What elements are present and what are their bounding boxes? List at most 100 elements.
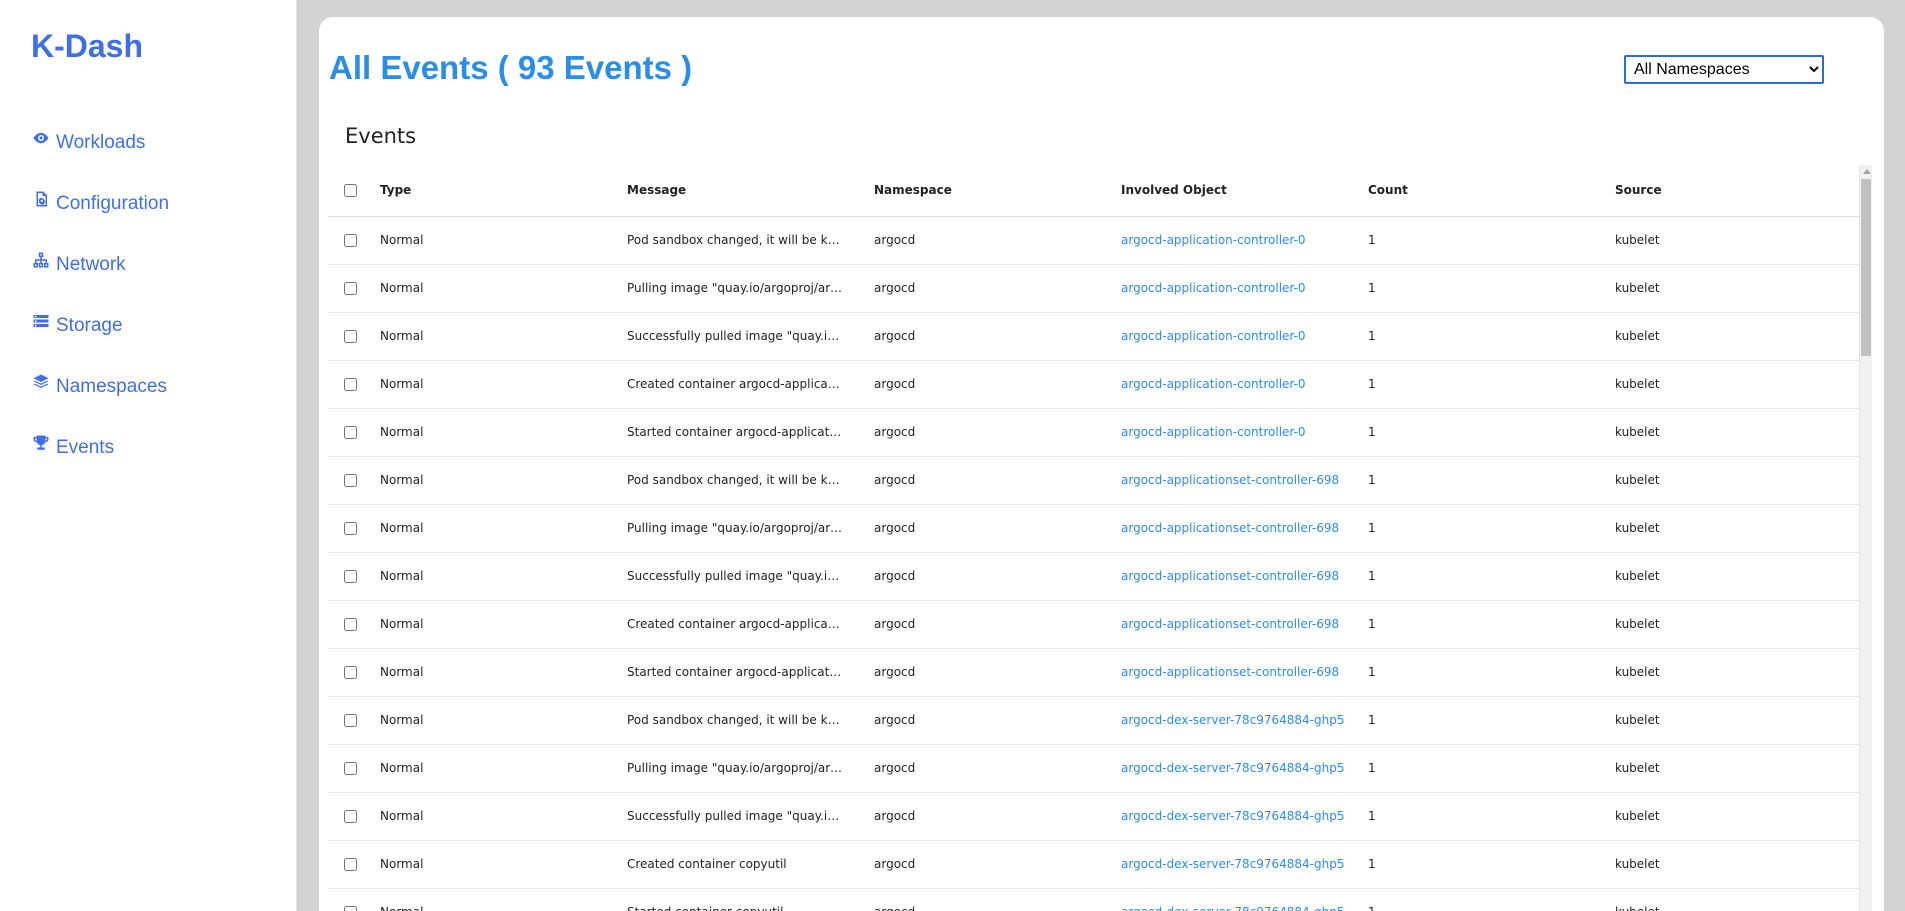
header-source[interactable]: Source: [1615, 165, 1859, 217]
cell-source: kubelet: [1615, 744, 1859, 793]
row-checkbox[interactable]: [344, 810, 357, 823]
row-select-cell: [328, 552, 380, 601]
row-checkbox[interactable]: [344, 282, 357, 295]
page-title: All Events ( 93 Events ): [329, 49, 693, 86]
cell-namespace: argocd: [874, 552, 1121, 601]
row-select-cell: [328, 216, 380, 265]
table-row[interactable]: Normal Pulling image "quay.io/argoproj/ar…: [328, 504, 1859, 553]
row-checkbox[interactable]: [344, 474, 357, 487]
table-row[interactable]: Normal Successfully pulled image "quay.io…: [328, 552, 1859, 601]
row-checkbox[interactable]: [344, 570, 357, 583]
row-checkbox[interactable]: [344, 858, 357, 871]
row-checkbox[interactable]: [344, 330, 357, 343]
header-involved-object[interactable]: Involved Object: [1121, 165, 1368, 217]
involved-object-link[interactable]: argocd-application-controller-0: [1121, 281, 1306, 295]
message-text: Created container copyutil: [627, 857, 787, 872]
cell-source: kubelet: [1615, 456, 1859, 505]
table-row[interactable]: Normal Successfully pulled image "quay.io…: [328, 312, 1859, 361]
cell-count: 1: [1368, 744, 1615, 793]
table-row[interactable]: Normal Started container argocd-applicati…: [328, 648, 1859, 697]
cell-message: Pod sandbox changed, it will be killed a…: [627, 456, 874, 505]
header-message[interactable]: Message: [627, 165, 874, 217]
cell-message: Started container argocd-applicationset-…: [627, 648, 874, 697]
table-row[interactable]: Normal Created container copyutil argocd ar…: [328, 840, 1859, 889]
row-checkbox[interactable]: [344, 378, 357, 391]
sidebar-item-namespaces[interactable]: Namespaces: [31, 356, 169, 417]
table-row[interactable]: Normal Pod sandbox changed, it will be ki…: [328, 696, 1859, 745]
table-row[interactable]: NormalStarted container copyutil argocdar…: [328, 888, 1859, 911]
cell-message: Started container copyutil: [627, 888, 874, 911]
cell-message: Created container argocd-applicationset-…: [627, 600, 874, 649]
scroll-thumb[interactable]: [1861, 179, 1871, 356]
message-text: Created container argocd-application-con…: [627, 377, 842, 392]
involved-object-link[interactable]: argocd-application-controller-0: [1121, 425, 1306, 439]
sidebar-nav: Workloads Configuration Network Storage …: [31, 112, 169, 478]
cell-source: kubelet: [1615, 696, 1859, 745]
scroll-up-arrow-icon[interactable]: [1863, 169, 1871, 174]
select-all-checkbox[interactable]: [344, 184, 357, 198]
involved-object-link[interactable]: argocd-application-controller-0: [1121, 233, 1306, 247]
cell-type: Normal: [380, 696, 627, 745]
table-row[interactable]: Normal Created container argocd-applicati…: [328, 600, 1859, 649]
involved-object-link[interactable]: argocd-application-controller-0: [1121, 329, 1306, 343]
cell-involved-object: argocd-application-controller-0: [1121, 264, 1368, 313]
cell-message: Pod sandbox changed, it will be killed a…: [627, 696, 874, 745]
header-count[interactable]: Count: [1368, 165, 1615, 217]
cell-source: kubelet: [1615, 600, 1859, 649]
involved-object-link[interactable]: argocd-dex-server-78c9764884-ghp5: [1121, 761, 1344, 775]
cell-type: Normal: [380, 504, 627, 553]
app-brand[interactable]: K-Dash: [31, 28, 143, 65]
sidebar-item-workloads[interactable]: Workloads: [31, 112, 169, 173]
table-row[interactable]: Normal Successfully pulled image "quay.io…: [328, 792, 1859, 841]
sidebar-item-events[interactable]: Events: [31, 417, 169, 478]
table-row[interactable]: Normal Created container argocd-applicati…: [328, 360, 1859, 409]
involved-object-link[interactable]: argocd-applicationset-controller-698: [1121, 665, 1339, 679]
involved-object-link[interactable]: argocd-dex-server-78c9764884-ghp5: [1121, 905, 1344, 911]
row-checkbox[interactable]: [344, 714, 357, 727]
sidebar-item-label: Namespaces: [56, 375, 167, 397]
header-namespace[interactable]: Namespace: [874, 165, 1121, 217]
involved-object-link[interactable]: argocd-dex-server-78c9764884-ghp5: [1121, 857, 1344, 871]
table-row[interactable]: Normal Pulling image "quay.io/argoproj/ar…: [328, 264, 1859, 313]
involved-object-link[interactable]: argocd-application-controller-0: [1121, 377, 1306, 391]
involved-object-link[interactable]: argocd-dex-server-78c9764884-ghp5: [1121, 809, 1344, 823]
cell-involved-object: argocd-application-controller-0: [1121, 408, 1368, 457]
table-row[interactable]: Normal Pulling image "quay.io/argoproj/ar…: [328, 744, 1859, 793]
involved-object-link[interactable]: argocd-applicationset-controller-698: [1121, 521, 1339, 535]
row-checkbox[interactable]: [344, 234, 357, 247]
message-text: Pod sandbox changed, it will be killed a…: [627, 233, 842, 248]
row-checkbox[interactable]: [344, 666, 357, 679]
cell-namespace: argocd: [874, 840, 1121, 889]
involved-object-link[interactable]: argocd-applicationset-controller-698: [1121, 617, 1339, 631]
cell-count: 1: [1368, 504, 1615, 553]
cell-namespace: argocd: [874, 312, 1121, 361]
table-row[interactable]: Normal Pod sandbox changed, it will be ki…: [328, 216, 1859, 265]
cell-count: 1: [1368, 360, 1615, 409]
involved-object-link[interactable]: argocd-applicationset-controller-698: [1121, 569, 1339, 583]
row-select-cell: [328, 504, 380, 553]
table-row[interactable]: Normal Started container argocd-applicati…: [328, 408, 1859, 457]
sidebar-item-storage[interactable]: Storage: [31, 295, 169, 356]
row-checkbox[interactable]: [344, 762, 357, 775]
message-text: Successfully pulled image "quay.io/argop…: [627, 569, 842, 584]
row-checkbox[interactable]: [344, 906, 357, 911]
row-checkbox[interactable]: [344, 618, 357, 631]
table-scrollbar[interactable]: [1859, 165, 1872, 911]
row-checkbox[interactable]: [344, 426, 357, 439]
namespace-select[interactable]: All Namespaces: [1624, 55, 1824, 84]
sidebar-item-network[interactable]: Network: [31, 234, 169, 295]
involved-object-link[interactable]: argocd-dex-server-78c9764884-ghp5: [1121, 713, 1344, 727]
cell-type: Normal: [380, 456, 627, 505]
cell-count: 1: [1368, 552, 1615, 601]
involved-object-link[interactable]: argocd-applicationset-controller-698: [1121, 473, 1339, 487]
cell-message: Pod sandbox changed, it will be killed a…: [627, 216, 874, 265]
row-select-cell: [328, 408, 380, 457]
header-type[interactable]: Type: [380, 165, 627, 217]
row-select-cell: [328, 696, 380, 745]
row-checkbox[interactable]: [344, 522, 357, 535]
table-row[interactable]: Normal Pod sandbox changed, it will be ki…: [328, 456, 1859, 505]
cell-involved-object: argocd-application-controller-0: [1121, 216, 1368, 265]
cell-type: Normal: [380, 312, 627, 361]
sidebar-item-configuration[interactable]: Configuration: [31, 173, 169, 234]
cell-namespace: argocd: [874, 408, 1121, 457]
